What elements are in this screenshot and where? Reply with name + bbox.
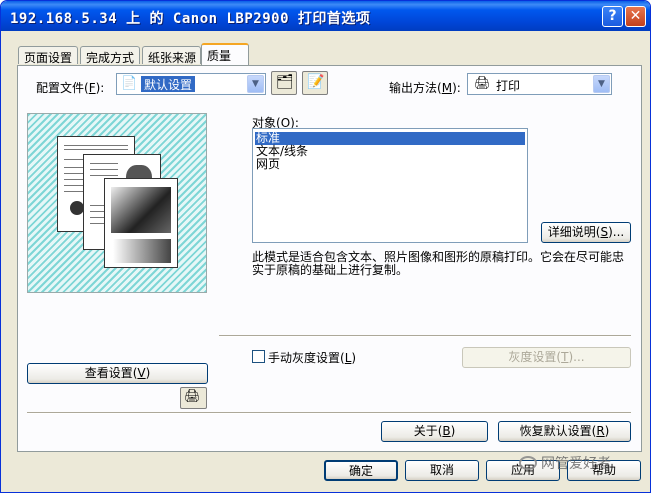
output-combo[interactable]: 🖨 打印 ▼ (467, 73, 612, 95)
list-item[interactable]: 网页 (255, 158, 280, 171)
grayscale-settings-button[interactable]: 灰度设置(T)... (462, 347, 631, 368)
tab-finishing[interactable]: 完成方式 (80, 46, 140, 65)
printer-preferences-window: 192.168.5.34 上 的 Canon LBP2900 打印首选项 ? ✕… (0, 0, 651, 493)
profile-doc-icon: 📄 (121, 76, 138, 91)
close-title-button[interactable]: ✕ (625, 6, 646, 27)
view-settings-button[interactable]: 查看设置(V) (27, 363, 208, 384)
restore-defaults-button[interactable]: 恢复默认设置(R) (498, 421, 631, 442)
add-profile-button[interactable]: 🗂 (271, 71, 297, 95)
printer-info-icon: 🖨 (184, 389, 201, 404)
cancel-button[interactable]: 取消 (405, 460, 479, 481)
output-value: 打印 (496, 79, 521, 93)
edit-profile-button[interactable]: 📝 (302, 71, 328, 95)
profile-label: 配置文件(F): (36, 81, 105, 95)
divider (219, 335, 631, 337)
object-listbox[interactable]: 标准 文本/线条 网页 (252, 128, 528, 243)
watermark: 网管爱好者 (519, 453, 611, 473)
output-label: 输出方法(M): (389, 81, 461, 95)
ok-button[interactable]: 确定 (324, 460, 398, 481)
tab-quality[interactable]: 质量 (201, 43, 249, 65)
print-preview-image (27, 113, 207, 293)
profile-combo[interactable]: 📄 默认设置 ▼ (116, 73, 266, 95)
manual-grayscale-checkbox[interactable] (252, 350, 265, 363)
chat-bubble-icon (519, 456, 537, 470)
title-bar[interactable]: 192.168.5.34 上 的 Canon LBP2900 打印首选项 ? ✕ (1, 1, 650, 31)
add-profile-icon: 🗂 (276, 74, 294, 90)
preview-page-3 (104, 178, 178, 268)
window-title: 192.168.5.34 上 的 Canon LBP2900 打印首选项 (10, 11, 371, 27)
tab-paper-source[interactable]: 纸张来源 (142, 46, 201, 65)
details-button[interactable]: 详细说明(S)... (541, 222, 631, 243)
chevron-down-icon[interactable]: ▼ (247, 75, 264, 93)
manual-grayscale-label: 手动灰度设置(L) (268, 351, 357, 365)
profile-value: 默认设置 (141, 76, 196, 92)
chevron-down-icon[interactable]: ▼ (593, 75, 610, 93)
printer-icon: 🖨 (474, 76, 491, 91)
edit-profile-icon: 📝 (307, 74, 325, 90)
help-title-button[interactable]: ? (602, 6, 623, 27)
mode-description: 此模式是适合包含文本、照片图像和图形的原稿打印。它会在尽可能忠实于原稿的基础上进… (252, 250, 625, 277)
tab-page-setup[interactable]: 页面设置 (18, 46, 78, 65)
divider (27, 412, 631, 414)
printer-info-button[interactable]: 🖨 (180, 387, 207, 409)
about-button[interactable]: 关于(B) (381, 421, 488, 442)
